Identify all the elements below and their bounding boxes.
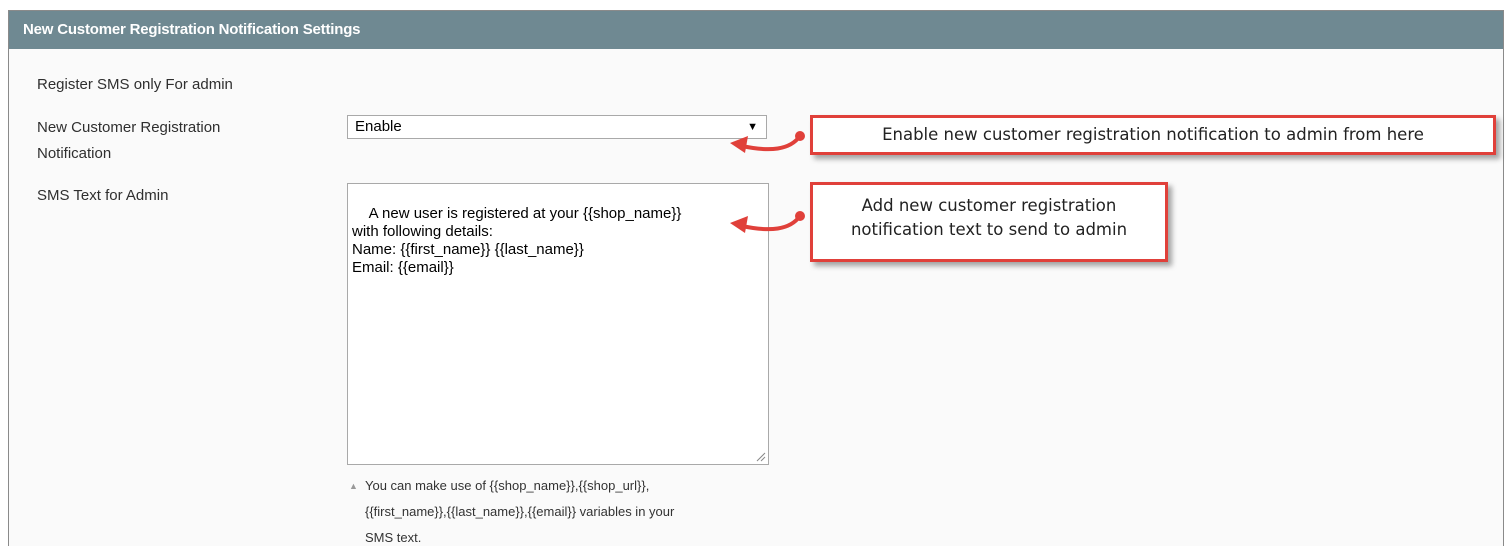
callout-sms-text: Add new customer registration notificati… — [810, 182, 1168, 262]
callout-sms-text-line2: notification text to send to admin — [850, 220, 1128, 239]
arrow-to-textarea-icon — [730, 211, 805, 233]
annotation-arrows — [730, 131, 805, 233]
callout-sms-text-line1: Add new customer registration — [861, 196, 1117, 215]
callout-enable-notification: Enable new customer registration notific… — [810, 115, 1496, 155]
arrow-to-select-icon — [730, 131, 805, 153]
